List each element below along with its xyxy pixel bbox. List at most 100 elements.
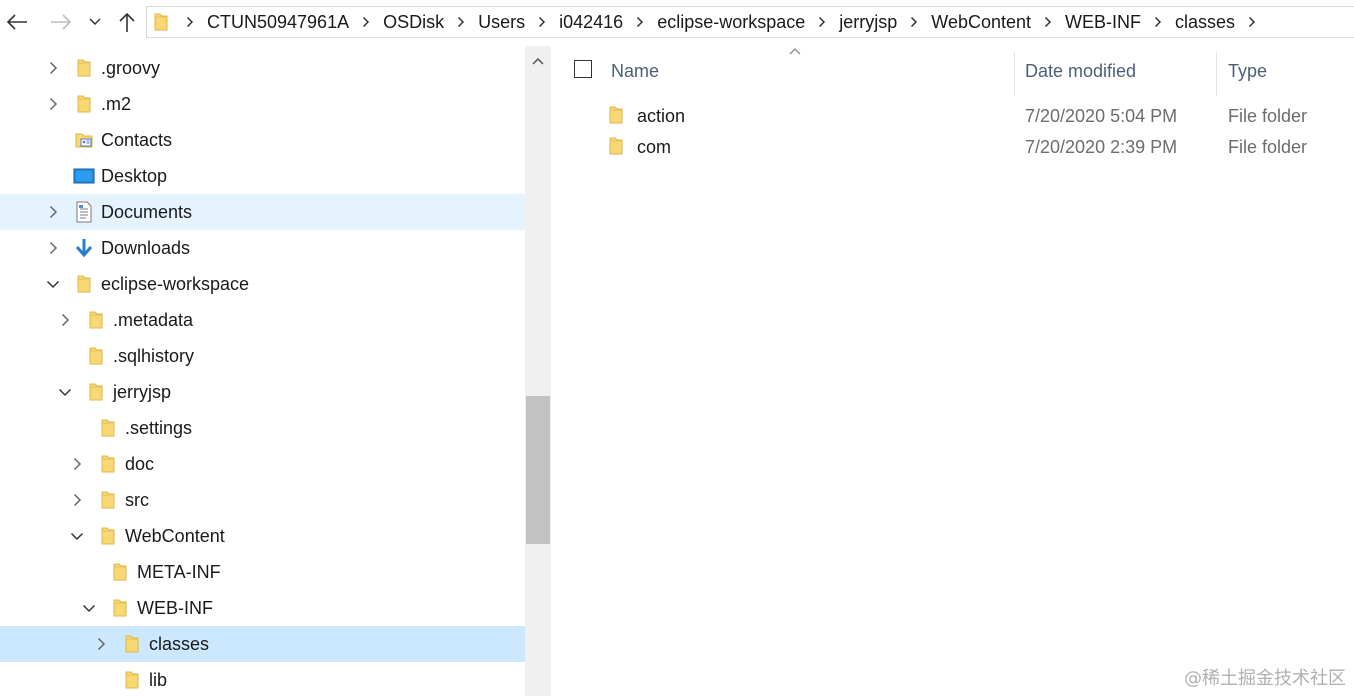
expand-chevron-icon[interactable] [46, 97, 60, 111]
folder-icon [97, 417, 119, 439]
expand-chevron-icon[interactable] [46, 61, 60, 75]
scroll-up-button[interactable] [525, 46, 551, 76]
file-row[interactable]: com 7/20/2020 2:39 PM File folder [554, 132, 1354, 163]
breadcrumb-item[interactable]: WebContent [925, 7, 1037, 37]
chevron-right-icon [73, 457, 81, 471]
breadcrumb-item[interactable]: OSDisk [377, 7, 450, 37]
folder-icon [153, 11, 173, 33]
breadcrumb-item[interactable]: jerryjsp [833, 7, 903, 37]
nav-tree-item[interactable]: lib [0, 662, 525, 696]
nav-tree-item[interactable]: eclipse-workspace [0, 266, 525, 302]
expand-chevron-icon[interactable] [46, 241, 60, 255]
file-name: action [637, 106, 686, 126]
column-header-type[interactable]: Type [1228, 46, 1267, 96]
column-header-date-modified[interactable]: Date modified [1025, 46, 1136, 96]
watermark: @稀土掘金技术社区 [1184, 668, 1346, 689]
folder-icon [73, 57, 95, 79]
up-button[interactable] [114, 8, 140, 36]
address-bar[interactable]: CTUN50947961A OSDisk Users i042416 eclipse-w… [146, 6, 1354, 38]
expand-chevron-icon[interactable] [94, 637, 108, 651]
chevron-right-icon [49, 205, 57, 219]
sort-ascending-icon [789, 48, 801, 55]
collapse-chevron-icon[interactable] [70, 529, 84, 543]
expand-chevron-icon[interactable] [58, 313, 72, 327]
nav-tree-item[interactable]: .metadata [0, 302, 525, 338]
back-button[interactable] [4, 8, 30, 36]
breadcrumb-chevron-icon[interactable] [903, 16, 925, 28]
breadcrumb-chevron-icon[interactable] [179, 16, 201, 28]
chevron-down-icon [58, 388, 72, 396]
nav-tree-item[interactable]: META-INF [0, 554, 525, 590]
navigation-pane-scrollbar[interactable] [525, 46, 551, 696]
expand-chevron-icon[interactable] [46, 205, 60, 219]
chevron-right-icon [73, 493, 81, 507]
expand-chevron-icon[interactable] [70, 457, 84, 471]
nav-tree-item[interactable]: jerryjsp [0, 374, 525, 410]
breadcrumb-item[interactable]: classes [1169, 7, 1241, 37]
chevron-right-icon [61, 313, 69, 327]
chevron-down-icon [82, 604, 96, 612]
collapse-chevron-icon[interactable] [82, 601, 96, 615]
file-date-modified: 7/20/2020 2:39 PM [1025, 137, 1178, 157]
nav-tree-item[interactable]: Desktop [0, 158, 525, 194]
nav-tree-item[interactable]: .m2 [0, 86, 525, 122]
nav-tree-item[interactable]: Downloads [0, 230, 525, 266]
folder-icon [85, 381, 107, 403]
breadcrumb-item[interactable]: WEB-INF [1059, 7, 1147, 37]
folder-icon [97, 525, 119, 547]
folder-icon [97, 489, 119, 511]
breadcrumb-chevron-icon[interactable] [1147, 16, 1169, 28]
folder-icon [97, 453, 119, 475]
nav-tree-label: lib [149, 670, 168, 690]
nav-tree-item[interactable]: src [0, 482, 525, 518]
navigation-pane: .groovy .m2 Contacts Desktop Documents Downlo… [0, 46, 525, 696]
nav-tree-label: .m2 [101, 94, 132, 114]
folder-icon [608, 136, 628, 158]
collapse-chevron-icon[interactable] [46, 277, 60, 291]
nav-tree-item[interactable]: .settings [0, 410, 525, 446]
nav-tree-label: Desktop [101, 166, 168, 186]
breadcrumb-item[interactable]: eclipse-workspace [651, 7, 811, 37]
nav-tree-item[interactable]: WEB-INF [0, 590, 525, 626]
nav-tree-item[interactable]: classes [0, 626, 525, 662]
breadcrumb-item[interactable]: CTUN50947961A [201, 7, 355, 37]
desktop-icon [73, 165, 95, 187]
nav-tree-label: .settings [125, 418, 193, 438]
nav-tree-item[interactable]: Contacts [0, 122, 525, 158]
file-type: File folder [1228, 106, 1308, 126]
nav-tree-label: Downloads [101, 238, 191, 258]
file-name: com [637, 137, 672, 157]
column-separator[interactable] [1216, 52, 1217, 96]
breadcrumb-item[interactable]: i042416 [553, 7, 629, 37]
chevron-right-icon [49, 61, 57, 75]
nav-tree-item[interactable]: Documents [0, 194, 525, 230]
folder-icon [85, 345, 107, 367]
navigation-bar: CTUN50947961A OSDisk Users i042416 eclipse-w… [0, 0, 1354, 46]
nav-tree-label: .groovy [101, 58, 161, 78]
breadcrumb-chevron-icon[interactable] [355, 16, 377, 28]
scrollbar-thumb[interactable] [526, 396, 550, 544]
breadcrumb-chevron-icon[interactable] [629, 16, 651, 28]
breadcrumb-item[interactable]: Users [472, 7, 531, 37]
breadcrumb-chevron-icon[interactable] [1037, 16, 1059, 28]
collapse-chevron-icon[interactable] [58, 385, 72, 399]
forward-button[interactable] [48, 8, 74, 36]
nav-tree-item[interactable]: .groovy [0, 50, 525, 86]
breadcrumb-chevron-icon[interactable] [811, 16, 833, 28]
breadcrumb-chevron-icon[interactable] [1241, 16, 1263, 28]
column-separator[interactable] [1014, 52, 1015, 96]
chevron-right-icon [97, 637, 105, 651]
select-all-checkbox[interactable] [574, 60, 592, 78]
column-header-name[interactable]: Name [611, 46, 659, 96]
back-arrow-icon [6, 14, 27, 30]
breadcrumb-chevron-icon[interactable] [531, 16, 553, 28]
chevron-up-icon [532, 57, 544, 65]
breadcrumb-chevron-icon[interactable] [450, 16, 472, 28]
recent-locations-button[interactable] [84, 8, 106, 36]
nav-tree-item[interactable]: WebContent [0, 518, 525, 554]
nav-tree-item[interactable]: .sqlhistory [0, 338, 525, 374]
file-row[interactable]: action 7/20/2020 5:04 PM File folder [554, 101, 1354, 132]
nav-tree-item[interactable]: doc [0, 446, 525, 482]
folder-icon [109, 597, 131, 619]
expand-chevron-icon[interactable] [70, 493, 84, 507]
